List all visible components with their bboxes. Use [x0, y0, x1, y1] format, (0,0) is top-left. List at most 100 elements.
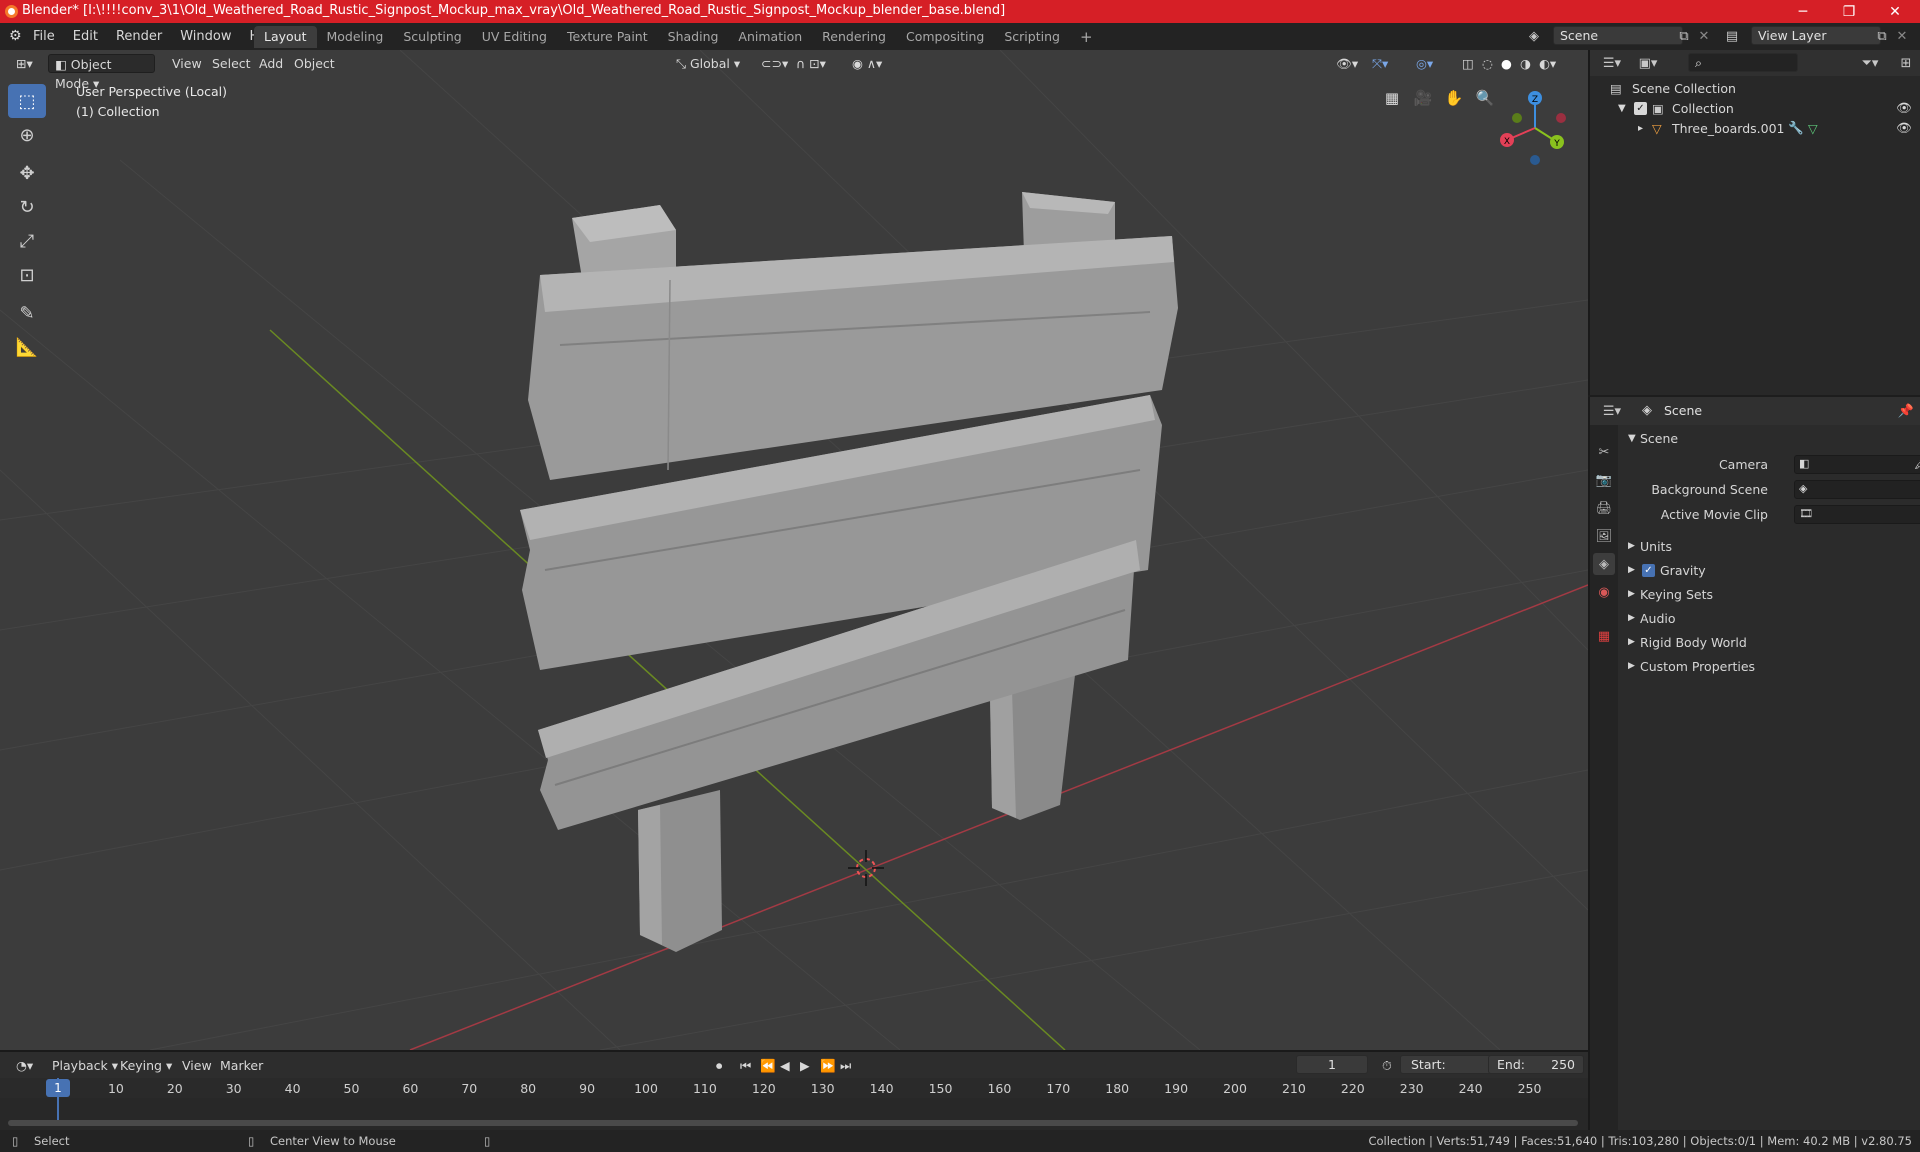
new-scene-icon[interactable]: ⧉	[1674, 26, 1694, 46]
gizmo-neg-x-icon[interactable]	[1556, 113, 1566, 123]
world-tab-icon[interactable]: ◉	[1593, 581, 1615, 603]
pin-icon[interactable]: 📌	[1896, 401, 1916, 421]
display-mode-icon[interactable]: ▣▾	[1638, 53, 1658, 73]
scale-tool-icon[interactable]: ⤢	[8, 224, 46, 258]
zoom-view-icon[interactable]: 🔍	[1473, 86, 1497, 110]
rendered-shading-icon[interactable]: ◐▾	[1533, 54, 1562, 73]
move-tool-icon[interactable]: ✥	[8, 156, 46, 190]
scene-field[interactable]: Scene	[1553, 26, 1683, 45]
menu-select[interactable]: Select	[206, 54, 257, 73]
object-visibility-icon[interactable]: 👁	[1896, 120, 1912, 136]
annotate-tool-icon[interactable]: ✎	[8, 296, 46, 330]
tab-rendering[interactable]: Rendering	[812, 26, 896, 48]
visibility-icon[interactable]: 👁▾	[1330, 54, 1364, 73]
gizmo-neg-y-icon[interactable]	[1512, 113, 1522, 123]
view-layer-tab-icon[interactable]: 🖼	[1593, 525, 1615, 547]
tab-scripting[interactable]: Scripting	[994, 26, 1070, 48]
outliner-row-object[interactable]: ▸ ▽ Three_boards.001 🔧 ▽ 👁	[1590, 118, 1920, 138]
measure-tool-icon[interactable]: 📐	[8, 330, 46, 364]
jump-end-icon[interactable]: ⏭	[834, 1056, 857, 1075]
menu-view[interactable]: View	[166, 54, 208, 73]
add-workspace-icon[interactable]: +	[1070, 26, 1103, 48]
play-reverse-icon[interactable]: ◀	[774, 1056, 796, 1075]
close-button[interactable]: ✕	[1872, 0, 1918, 23]
view-layer-icon[interactable]: ▤	[1722, 26, 1742, 46]
outliner-row-scene-collection[interactable]: ▤ Scene Collection	[1590, 78, 1920, 98]
camera-field[interactable]: ◧🖋	[1794, 454, 1920, 474]
tab-animation[interactable]: Animation	[728, 26, 812, 48]
scene-selector-icon[interactable]: ◈	[1524, 26, 1544, 46]
tab-uv-editing[interactable]: UV Editing	[472, 26, 557, 48]
select-box-icon[interactable]: ⬚	[8, 84, 46, 118]
view-layer-field[interactable]: View Layer	[1751, 26, 1881, 45]
mesh-data-icon[interactable]: ▽	[1808, 121, 1818, 136]
signpost-model[interactable]	[520, 192, 1178, 952]
menu-edit[interactable]: Edit	[64, 29, 107, 44]
mode-selector[interactable]: ◧ Object Mode ▾	[48, 54, 155, 91]
current-frame-field[interactable]: 1	[1296, 1055, 1368, 1074]
menu-object[interactable]: Object	[288, 54, 341, 73]
navigation-gizmo[interactable]: Z X Y	[1495, 88, 1575, 168]
outliner-search-input[interactable]: ⌕	[1688, 53, 1798, 72]
stopwatch-icon[interactable]: ⏱	[1376, 1056, 1398, 1075]
blender-menu-icon[interactable]: ⚙	[9, 28, 22, 44]
rigid-body-world-panel[interactable]: ▶ Rigid Body World	[1620, 631, 1920, 653]
active-movie-clip-field[interactable]: 🎞	[1794, 504, 1920, 524]
texture-tab-icon[interactable]: ▦	[1593, 625, 1615, 647]
output-tab-icon[interactable]: 🖨	[1593, 497, 1615, 519]
tab-sculpting[interactable]: Sculpting	[393, 26, 471, 48]
expand-object-icon[interactable]: ▸	[1638, 123, 1643, 134]
playhead-frame-badge[interactable]: 1	[46, 1079, 70, 1097]
modifier-wrench-icon[interactable]: 🔧	[1788, 120, 1804, 136]
menu-marker[interactable]: Marker	[214, 1056, 269, 1075]
timeline-editor-type-icon[interactable]: ◔▾	[10, 1056, 39, 1075]
camera-view-icon[interactable]: 🎥	[1411, 86, 1435, 110]
collection-visibility-icon[interactable]: 👁	[1896, 100, 1912, 116]
proportional-edit-icon[interactable]: ◉ ∧▾	[846, 54, 888, 73]
snap-icon[interactable]: ∩ ⊡▾	[790, 54, 832, 73]
overlays-toggle-icon[interactable]: ◎▾	[1410, 54, 1439, 73]
menu-timeline-view[interactable]: View	[176, 1056, 218, 1075]
gizmo-toggle-icon[interactable]: ⤧▾	[1366, 54, 1394, 73]
new-view-layer-icon[interactable]: ⧉	[1872, 26, 1892, 46]
tab-layout[interactable]: Layout	[254, 26, 317, 48]
filter-icon[interactable]: ⏷▾	[1860, 53, 1880, 73]
background-scene-field[interactable]: ◈	[1794, 479, 1920, 499]
delete-view-layer-icon[interactable]: ✕	[1892, 26, 1912, 46]
keying-sets-panel[interactable]: ▶ Keying Sets	[1620, 583, 1920, 605]
scene-section-header[interactable]: ▼ Scene	[1620, 427, 1920, 449]
expand-collection-icon[interactable]: ▼	[1618, 103, 1626, 114]
custom-properties-panel[interactable]: ▶ Custom Properties	[1620, 655, 1920, 677]
units-panel[interactable]: ▶ Units	[1620, 535, 1920, 557]
tab-texture-paint[interactable]: Texture Paint	[557, 26, 658, 48]
tab-compositing[interactable]: Compositing	[896, 26, 994, 48]
end-frame-field[interactable]: End: 250	[1488, 1055, 1584, 1074]
maximize-button[interactable]: ❐	[1826, 0, 1872, 23]
menu-file[interactable]: File	[24, 29, 64, 44]
frame-ruler[interactable]: 10 20 30 40 50 60 70 80 90 100 110 120 130 140 150 160 1…	[0, 1078, 1588, 1098]
tool-tab-icon[interactable]: ✂	[1593, 441, 1615, 463]
transform-tool-icon[interactable]: ⊡	[8, 258, 46, 292]
outliner-editor-type-icon[interactable]: ☰▾	[1602, 53, 1622, 73]
tab-shading[interactable]: Shading	[658, 26, 729, 48]
transform-orientation[interactable]: ⤡ Global ▾	[670, 54, 746, 73]
timeline-scrollbar[interactable]	[8, 1120, 1578, 1126]
pivot-icon[interactable]: ⊂⊃▾	[755, 54, 794, 73]
menu-render[interactable]: Render	[107, 29, 171, 44]
delete-scene-icon[interactable]: ✕	[1694, 26, 1714, 46]
render-tab-icon[interactable]: 📷	[1593, 469, 1615, 491]
properties-editor-type-icon[interactable]: ☰▾	[1602, 401, 1622, 421]
tab-modeling[interactable]: Modeling	[317, 26, 394, 48]
editor-type-icon[interactable]: ⊞▾	[10, 54, 39, 73]
scene-props-tab-icon[interactable]: ◈	[1593, 553, 1615, 575]
menu-window[interactable]: Window	[171, 29, 240, 44]
3d-viewport[interactable]: ⊞▾ ◧ Object Mode ▾ View Select Add Objec…	[0, 50, 1588, 1050]
new-collection-icon[interactable]: ⊞	[1896, 53, 1916, 73]
play-icon[interactable]: ▶	[794, 1056, 816, 1075]
outliner-row-collection[interactable]: ▼ ✓ ▣ Collection 👁	[1590, 98, 1920, 118]
gravity-checkbox[interactable]: ✓	[1642, 563, 1655, 577]
collection-checkbox-icon[interactable]: ✓	[1634, 101, 1647, 115]
minimize-button[interactable]: ─	[1780, 0, 1826, 23]
toggle-ortho-icon[interactable]: ▦	[1380, 86, 1404, 110]
menu-playback[interactable]: Playback ▾	[46, 1056, 124, 1075]
